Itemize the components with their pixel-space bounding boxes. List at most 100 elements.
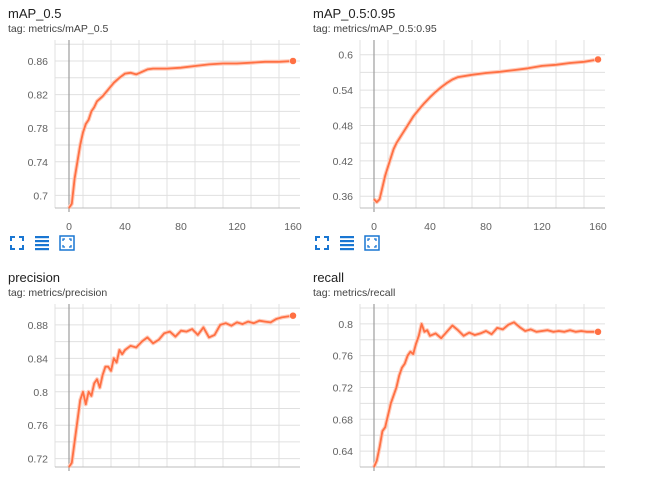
data-point bbox=[376, 201, 378, 203]
y-tick-label: 0.42 bbox=[333, 156, 354, 168]
data-point bbox=[395, 386, 397, 389]
data-point bbox=[236, 62, 238, 65]
data-point bbox=[124, 73, 126, 75]
data-point bbox=[110, 370, 112, 372]
data-point bbox=[379, 446, 381, 448]
data-point bbox=[219, 324, 221, 326]
data-point bbox=[384, 426, 386, 428]
data-point bbox=[535, 331, 537, 333]
chart-title: precision bbox=[8, 270, 61, 285]
data-point bbox=[186, 330, 188, 333]
data-point bbox=[264, 61, 266, 63]
expand-chart-icon[interactable] bbox=[58, 234, 76, 252]
data-point bbox=[426, 329, 428, 331]
line-chart-map0595[interactable]: 0.6 0.54 0.48 0.42 0.36 0 40 80 120 160 bbox=[305, 38, 610, 234]
data-point bbox=[225, 322, 227, 324]
y-tick-label: 0.84 bbox=[28, 353, 49, 365]
chart-tag: tag: metrics/mAP_0.5:0.95 bbox=[313, 23, 437, 35]
y-tick-label: 0.54 bbox=[333, 85, 354, 97]
data-point bbox=[118, 77, 120, 79]
data-point bbox=[104, 366, 106, 368]
data-point bbox=[457, 329, 459, 331]
y-tick-label: 0.76 bbox=[333, 351, 354, 363]
x-tick-label: 40 bbox=[119, 221, 131, 233]
data-point bbox=[85, 403, 87, 405]
data-point bbox=[93, 382, 95, 385]
data-point bbox=[158, 339, 160, 341]
data-point bbox=[479, 332, 481, 335]
line-chart-precision[interactable]: 0.88 0.84 0.8 0.76 0.72 bbox=[0, 302, 305, 483]
fit-domain-icon[interactable] bbox=[8, 234, 26, 252]
line-chart-recall[interactable]: 0.8 0.76 0.72 0.68 0.64 bbox=[305, 302, 610, 483]
data-point bbox=[214, 334, 216, 336]
data-point bbox=[390, 157, 392, 159]
data-point bbox=[169, 330, 171, 333]
data-point bbox=[379, 198, 381, 200]
data-point bbox=[82, 391, 84, 393]
data-point bbox=[208, 63, 210, 65]
data-point bbox=[404, 363, 406, 365]
y-tick-label: 0.72 bbox=[28, 454, 49, 466]
data-point bbox=[135, 346, 137, 349]
data-point bbox=[485, 330, 487, 332]
chart-title: mAP_0.5:0.95 bbox=[313, 6, 396, 21]
data-point bbox=[202, 326, 204, 329]
fit-domain-icon[interactable] bbox=[313, 234, 331, 252]
data-point bbox=[82, 131, 84, 133]
expand-chart-icon[interactable] bbox=[363, 234, 381, 252]
data-point bbox=[68, 466, 70, 468]
data-point bbox=[286, 315, 288, 318]
data-point bbox=[401, 367, 403, 369]
data-point bbox=[96, 100, 98, 102]
data-point bbox=[163, 332, 165, 334]
data-point bbox=[113, 357, 115, 359]
data-point bbox=[376, 460, 378, 462]
data-point bbox=[130, 345, 132, 347]
data-point bbox=[555, 64, 557, 66]
data-point bbox=[230, 325, 232, 327]
line-chart-map05[interactable]: 0.86 0.82 0.78 0.74 0.7 0 40 80 120 160 bbox=[0, 38, 305, 234]
last-value-marker bbox=[289, 311, 297, 320]
data-point bbox=[440, 86, 442, 88]
data-point bbox=[491, 333, 493, 335]
data-point bbox=[485, 72, 487, 74]
data-point bbox=[71, 203, 73, 205]
data-point bbox=[222, 62, 224, 65]
data-point bbox=[381, 430, 383, 432]
x-tick-label: 40 bbox=[424, 221, 436, 233]
series-line bbox=[373, 321, 598, 468]
data-point bbox=[446, 82, 448, 84]
data-point bbox=[463, 335, 465, 337]
data-point bbox=[85, 123, 87, 125]
data-point bbox=[373, 466, 375, 468]
data-point bbox=[591, 331, 593, 333]
data-point bbox=[253, 322, 255, 324]
y-tick-label: 0.78 bbox=[28, 123, 49, 135]
data-point bbox=[71, 462, 73, 464]
data-point bbox=[423, 102, 425, 104]
data-point bbox=[93, 106, 95, 108]
y-tick-label: 0.8 bbox=[33, 387, 48, 399]
data-point bbox=[79, 399, 81, 401]
data-point bbox=[393, 394, 395, 397]
data-point bbox=[457, 76, 459, 78]
data-point bbox=[558, 330, 560, 332]
series-line bbox=[373, 58, 599, 203]
data-point bbox=[278, 61, 280, 63]
toggle-log-scale-icon[interactable] bbox=[338, 234, 356, 252]
data-point bbox=[88, 391, 90, 393]
data-point bbox=[446, 331, 448, 333]
data-point bbox=[194, 65, 196, 67]
toggle-log-scale-icon[interactable] bbox=[33, 234, 51, 252]
data-point bbox=[407, 355, 409, 357]
data-point bbox=[275, 318, 277, 320]
last-value-marker bbox=[594, 55, 602, 64]
data-point bbox=[381, 186, 383, 188]
data-point bbox=[88, 119, 90, 121]
data-point bbox=[552, 331, 554, 333]
data-point bbox=[421, 323, 423, 325]
data-point bbox=[76, 420, 78, 422]
x-tick-label: 160 bbox=[284, 221, 302, 233]
data-point bbox=[141, 341, 143, 343]
data-point bbox=[418, 108, 420, 111]
